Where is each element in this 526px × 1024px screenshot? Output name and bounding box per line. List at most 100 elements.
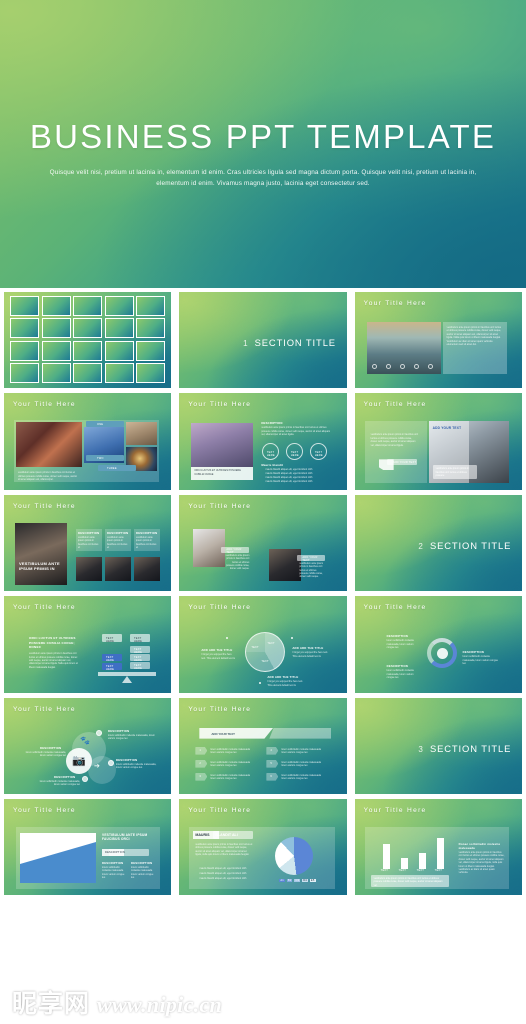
photo-caption: ORCI LUCTUS ET ULTRICES POSUERE CUBILIA … (194, 469, 241, 476)
thumbnail[interactable] (41, 296, 71, 316)
card-body: vestibulum ante ipsum primis in faucibus… (136, 535, 157, 549)
thumbnail[interactable] (104, 296, 134, 316)
circle-badge[interactable]: TEXT HERE (286, 443, 304, 461)
portrait-photo (269, 548, 302, 581)
bike-photo (126, 422, 157, 446)
thumbnail[interactable] (104, 318, 134, 339)
slide-photo-text[interactable]: Your Title Here vestibulum ante ipsum pr… (352, 290, 524, 391)
thumbnail[interactable] (104, 340, 134, 361)
description-button[interactable]: DESCRIPTION (105, 848, 149, 856)
slide-section-2[interactable]: 2 SECTION TITLE (352, 492, 524, 594)
person-photo (76, 556, 102, 581)
dot-nav-item[interactable] (427, 364, 433, 369)
desc-body: lorem sollicitudin molestie malesuada, l… (386, 669, 414, 679)
chart-note: vestibulum ante ipsum primis in faucibus… (370, 874, 449, 887)
circle-badge[interactable]: TEXT HERE (310, 443, 328, 461)
balance-box[interactable]: TEXT HERE (102, 634, 122, 643)
slide-photo-collage[interactable]: Your Title Here ONE TWO THREE vestibulum… (2, 391, 174, 492)
balance-box[interactable]: TEXT HERE (102, 663, 122, 671)
slide-area-chart[interactable]: Your Title Here VESTIBULUM ANTE IPSUM FA… (2, 796, 174, 898)
list-number: 4 (270, 748, 272, 752)
slide-overview[interactable] (2, 290, 174, 391)
dot-nav-item[interactable] (371, 364, 377, 369)
desc-body: lorem sollicitudin molestie malesuada, l… (108, 733, 155, 740)
panel-body: vestibulum ante ipsum primis in faucibus… (446, 326, 502, 347)
portrait-badge[interactable]: ADD YOUR TEXT (221, 546, 250, 554)
callout-body: I forget you enjoyed the here text. This… (201, 653, 235, 660)
list-number: 3 (199, 774, 201, 778)
tab-one[interactable]: ONE (86, 421, 124, 428)
desc-heading: DESCRIPTION (386, 634, 408, 639)
dot-nav-item[interactable] (399, 364, 405, 369)
thumbnail[interactable] (136, 318, 166, 339)
dot-nav-item[interactable] (385, 364, 391, 369)
balance-box[interactable]: TEXT HERE (130, 646, 150, 654)
balance-box[interactable]: TEXT HERE (102, 654, 122, 663)
portrait-badge[interactable]: ADD YOUR TEXT (297, 554, 326, 562)
slide-title: Your Title Here (363, 300, 427, 307)
thumbnail[interactable] (73, 296, 103, 316)
list-number: 1 (199, 748, 201, 752)
thumbnail[interactable] (10, 363, 39, 384)
slide-cycle-diagram[interactable]: Your Title Here DESCRIPTION lorem sollic… (352, 594, 524, 695)
bar (418, 853, 426, 869)
slide-pie-chart[interactable]: Your Title Here TEXT TEXT TEXT ADD ADD T… (177, 594, 349, 695)
balance-box[interactable]: TEXT HERE (130, 662, 150, 670)
balance-box-label: TEXT HERE (106, 656, 115, 663)
legend-item: B2 (286, 878, 293, 882)
slide-team-cards[interactable]: Your Title Here VESTIBULUM ANTE IPSUM PR… (2, 492, 174, 594)
thumbnail[interactable] (10, 318, 39, 339)
slide-airplane[interactable]: Your Title Here vestibulum ante ipsum pr… (352, 391, 524, 492)
balance-box-label: TEXT HERE (106, 636, 115, 643)
section-number: 3 (418, 744, 424, 754)
slide-section-1[interactable]: 1 SECTION TITLE (177, 290, 349, 391)
tab-two[interactable]: TWO (86, 455, 124, 462)
slide-pie-blandit[interactable]: Your Title Here MAURIS BLANDIT ALI vesti… (177, 796, 349, 898)
banner-label: ADD YOUR TEXT (211, 731, 235, 736)
slide-bubble-icons[interactable]: Your Title Here 📷 🐾 ➔ DESCRIPTION lorem … (2, 695, 174, 796)
list-marker: 5 (266, 759, 279, 768)
thumbnail[interactable] (41, 340, 71, 361)
slide-balance-diagram[interactable]: Your Title Here ORCI LUCTUS ET ULTRICES … (2, 594, 174, 695)
column-heading: DESCRIPTION (102, 860, 124, 865)
bullet-item: mauris blandit aliquet elit, eget tincid… (199, 876, 247, 880)
list-body: lorem sollicitudin molestie malesuada lo… (210, 773, 250, 780)
circle-badge[interactable]: TEXT HERE (262, 443, 280, 461)
balance-box[interactable]: TEXT HERE (130, 634, 150, 643)
thumbnail[interactable] (136, 296, 166, 316)
slide-section-3[interactable]: 3 SECTION TITLE (352, 695, 524, 796)
ppt-template-preview-page: BUSINESS PPT TEMPLATE Quisque velit nisi… (0, 0, 526, 1024)
add-text-badge[interactable]: ADD YOUR TEXT (386, 459, 417, 466)
card[interactable]: DESCRIPTION vestibulum ante ipsum primis… (134, 528, 160, 551)
bullet-item: mauris blandit aliquet elit, eget tincid… (265, 472, 313, 476)
thumbnail[interactable] (136, 363, 166, 384)
left-panel (364, 421, 427, 484)
slide-bar-chart[interactable]: Your Title Here TEXT TEXT TEXT TEXT vest… (352, 796, 524, 898)
cycle-center-icon (436, 648, 448, 660)
portrait-body: vestibulum ante ipsum primis in faucibus… (299, 561, 324, 579)
slide-photo-circles[interactable]: Your Title Here ORCI LUCTUS ET ULTRICES … (177, 391, 349, 492)
thumbnail[interactable] (41, 363, 71, 384)
card[interactable]: DESCRIPTION vestibulum ante ipsum primis… (76, 528, 102, 551)
list-body: lorem sollicitudin molestie malesuada lo… (281, 773, 321, 780)
list-number: 6 (270, 774, 272, 778)
thumbnail[interactable] (41, 318, 71, 339)
thumbnail[interactable] (73, 363, 103, 384)
slide-two-portraits[interactable]: Your Title Here ADD YOUR TEXT vestibulum… (177, 492, 349, 594)
dot-nav-item[interactable] (413, 364, 419, 369)
thumbnail[interactable] (104, 363, 134, 384)
circle-badge-label: TEXT HERE (266, 451, 275, 458)
card-heading: DESCRIPTION (136, 530, 158, 535)
tab-three[interactable]: THREE (98, 465, 136, 472)
pie-graphic (245, 632, 286, 673)
card-heading: DESCRIPTION (107, 530, 129, 535)
card[interactable]: DESCRIPTION vestibulum ante ipsum primis… (105, 528, 131, 551)
balance-box[interactable]: TEXT HERE (130, 654, 150, 662)
thumbnail[interactable] (10, 340, 39, 361)
slide-numbered-list[interactable]: Your Title Here ADD YOUR TEXT 1 lorem so… (177, 695, 349, 796)
thumbnail[interactable] (73, 340, 103, 361)
thumbnail[interactable] (73, 318, 103, 339)
thumbnail[interactable] (10, 296, 39, 316)
thumbnail[interactable] (136, 340, 166, 361)
card-body: vestibulum ante ipsum primis in faucibus… (78, 535, 99, 549)
